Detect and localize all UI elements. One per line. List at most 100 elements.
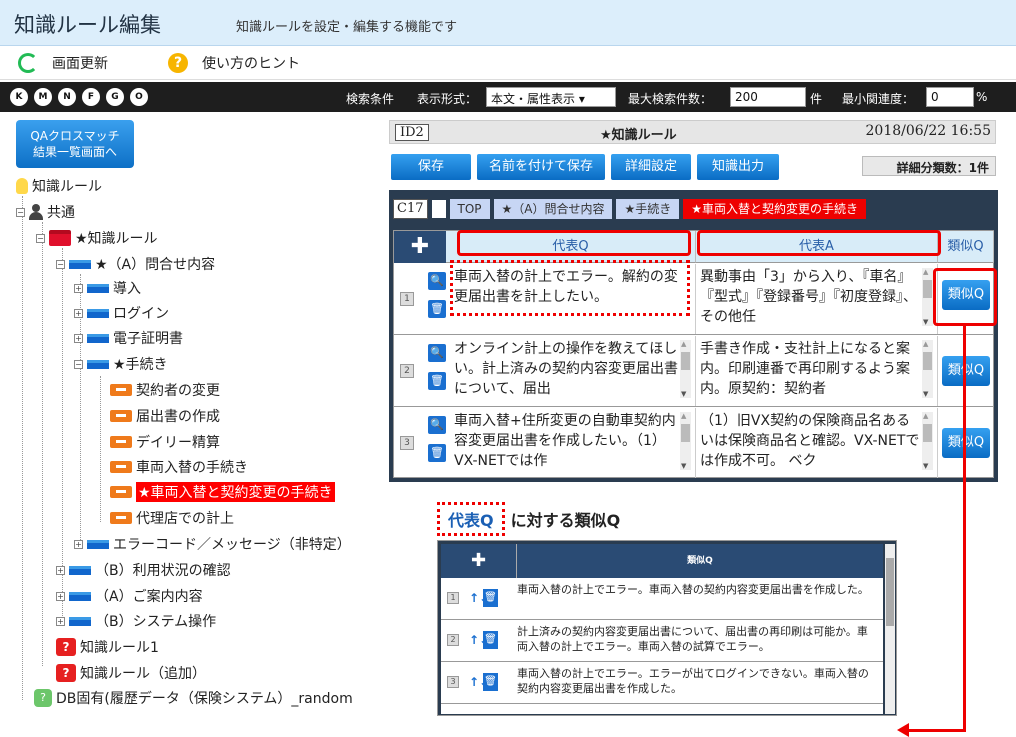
- last-icon[interactable]: G: [106, 88, 124, 106]
- tree-intro[interactable]: + 導入: [74, 278, 141, 298]
- max-count-unit: 件: [810, 92, 823, 106]
- trash-icon[interactable]: 🗑: [428, 444, 446, 462]
- similar-q-text[interactable]: 車両入替の計上でエラー。車両入替の契約内容変更届出書を作成した。: [517, 582, 877, 597]
- scrollbar[interactable]: [922, 340, 933, 398]
- rep-a-cell[interactable]: 異動事由「3」から入り、『車名』『型式』『登録番号』『初度登録』、その他任: [696, 264, 938, 334]
- forward-icon[interactable]: F: [82, 88, 100, 106]
- folder-icon: [69, 259, 91, 269]
- search-icon[interactable]: 🔍: [428, 416, 446, 434]
- save-as-button[interactable]: 名前を付けて保存: [477, 154, 605, 180]
- expand-icon[interactable]: +: [56, 616, 65, 626]
- tree-system[interactable]: + （B）システム操作: [56, 611, 216, 631]
- prev-page-icon[interactable]: M: [34, 88, 52, 106]
- rule-id: ID2: [395, 124, 429, 141]
- tree-item[interactable]: 車両入替の手続き: [110, 457, 248, 477]
- tree-label: DB固有(履歴データ（保険システム）_random: [56, 691, 353, 707]
- expand-icon[interactable]: +: [56, 565, 65, 575]
- hint-button[interactable]: ? 使い方のヒント: [168, 53, 300, 73]
- detail-settings-button[interactable]: 詳細設定: [611, 154, 691, 180]
- first-icon[interactable]: K: [10, 88, 28, 106]
- scrollbar[interactable]: [680, 412, 691, 470]
- trash-icon[interactable]: 🗑: [428, 372, 446, 390]
- max-count-select[interactable]: 200: [730, 87, 806, 107]
- row-number: 1: [400, 292, 414, 306]
- tree-error[interactable]: + エラーコード／メッセージ（非特定）: [74, 534, 351, 554]
- format-select[interactable]: 本文・属性表示 ▾: [486, 87, 616, 107]
- add-row-icon[interactable]: ✚: [394, 231, 446, 263]
- similar-q-text[interactable]: 車両入替の計上でエラー。エラーが出てログインできない。車両入替の契約内容変更届出…: [517, 666, 877, 696]
- rule-header: ID2 ★知識ルール 2018/06/22 16:55: [389, 120, 996, 144]
- tree-inquiry[interactable]: − ★（A）問合せ内容: [56, 254, 215, 274]
- folder-icon: [69, 591, 91, 601]
- add-similar-icon[interactable]: ✚: [441, 544, 517, 578]
- highlight-frame: [450, 260, 690, 316]
- tree-guide[interactable]: + （A）ご案内内容: [56, 586, 203, 606]
- expand-icon[interactable]: +: [74, 308, 83, 318]
- tree-common[interactable]: − 共通: [16, 202, 75, 222]
- collapse-icon[interactable]: −: [36, 233, 45, 243]
- trash-icon[interactable]: 🗑: [483, 631, 498, 649]
- refresh-button[interactable]: 画面更新: [18, 53, 108, 73]
- search-icon[interactable]: 🔍: [428, 344, 446, 362]
- tree-root[interactable]: 知識ルール: [16, 176, 102, 196]
- rep-q-cell[interactable]: オンライン計上の操作を教えてほしい。計上済みの契約内容変更届出書について、届出: [450, 336, 696, 406]
- tree-rule[interactable]: − ★知識ルール: [36, 228, 158, 248]
- chevron-down-icon: ▼: [958, 92, 965, 102]
- save-button[interactable]: 保存: [391, 154, 471, 180]
- search-icon[interactable]: 🔍: [428, 272, 446, 290]
- rep-a-cell[interactable]: 手書き作成・支社計上になると案内。印刷連番で再印刷するよう案内。原契約：契約者: [696, 336, 938, 406]
- similar-q-button[interactable]: 類似Q: [942, 428, 990, 458]
- tree-item[interactable]: 契約者の変更: [110, 380, 220, 400]
- expand-icon[interactable]: +: [74, 333, 83, 343]
- scrollbar[interactable]: [922, 412, 933, 470]
- similar-q-button[interactable]: 類似Q: [942, 356, 990, 386]
- tree-label: 知識ルール（追加）: [80, 666, 206, 682]
- tree-item-selected[interactable]: ★車両入替と契約変更の手続き: [110, 482, 335, 502]
- expand-icon[interactable]: +: [56, 591, 65, 601]
- folder-icon: [87, 308, 109, 318]
- qa-crossmatch-button[interactable]: QAクロスマッチ 結果一覧画面へ: [16, 120, 134, 168]
- tree-cert[interactable]: + 電子証明書: [74, 328, 183, 348]
- breadcrumb-item[interactable]: TOP: [449, 199, 490, 219]
- folder-icon: [69, 616, 91, 626]
- trash-icon[interactable]: 🗑: [483, 673, 498, 691]
- trash-icon[interactable]: 🗑: [428, 300, 446, 318]
- tree-proc[interactable]: − ★手続き: [74, 354, 168, 374]
- tree-label: ★（A）問合せ内容: [95, 257, 216, 273]
- breadcrumb-item[interactable]: ★（A）問合せ内容: [493, 199, 613, 219]
- min-rel-label: 最小関連度：: [842, 92, 915, 106]
- min-rel-select[interactable]: 0: [926, 87, 974, 107]
- collapse-icon[interactable]: −: [74, 359, 83, 369]
- expand-icon[interactable]: +: [74, 283, 83, 293]
- reload-icon[interactable]: O: [130, 88, 148, 106]
- tree-usage[interactable]: + （B）利用状況の確認: [56, 560, 231, 580]
- row-number: 2: [400, 364, 414, 378]
- rep-q-cell[interactable]: 車両入替+住所変更の自動車契約内容変更届出書を作成したい。（1）VX-NETでは…: [450, 408, 696, 478]
- scrollbar[interactable]: [885, 544, 895, 714]
- list-item: 2 ↑↓ 🗑 計上済みの契約内容変更届出書について、届出書の再印刷は可能か。車両…: [441, 620, 883, 662]
- tree-k1[interactable]: ? 知識ルール1: [56, 637, 159, 657]
- tree-db[interactable]: ? DB固有(履歴データ（保険システム）_random: [34, 688, 353, 708]
- tree-login[interactable]: + ログイン: [74, 303, 169, 323]
- list-item: 3 ↑↓ 🗑 車両入替の計上でエラー。エラーが出てログインできない。車両入替の契…: [441, 662, 883, 704]
- tree-item[interactable]: デイリー精算: [110, 432, 220, 452]
- expand-icon[interactable]: +: [74, 539, 83, 549]
- collapse-icon[interactable]: −: [16, 207, 25, 217]
- similar-q-text[interactable]: 計上済みの契約内容変更届出書について、届出書の再印刷は可能か。車両入替の計上でエ…: [517, 624, 877, 654]
- tree-k2[interactable]: ? 知識ルール（追加）: [56, 663, 206, 683]
- breadcrumb-item[interactable]: ★手続き: [616, 199, 680, 219]
- rep-a-cell[interactable]: （1）旧VX契約の保険商品名あるいは保険商品名と確認。VX-NETでは作成不可。…: [696, 408, 938, 478]
- export-button[interactable]: 知識出力: [697, 154, 779, 180]
- next-icon[interactable]: N: [58, 88, 76, 106]
- scrollbar[interactable]: [922, 268, 933, 326]
- breadcrumb-item-current[interactable]: ★車両入替と契約変更の手続き: [683, 199, 867, 219]
- row-number: 1: [447, 592, 459, 604]
- scrollbar[interactable]: [680, 340, 691, 398]
- format-label: 表示形式：: [417, 92, 478, 106]
- tree-item[interactable]: 代理店での計上: [110, 508, 234, 528]
- tree-item[interactable]: 届出書の作成: [110, 406, 220, 426]
- search-label: 検索条件: [346, 92, 395, 106]
- trash-icon[interactable]: 🗑: [483, 589, 498, 607]
- annotation-arrow: [909, 729, 966, 732]
- collapse-icon[interactable]: −: [56, 259, 65, 269]
